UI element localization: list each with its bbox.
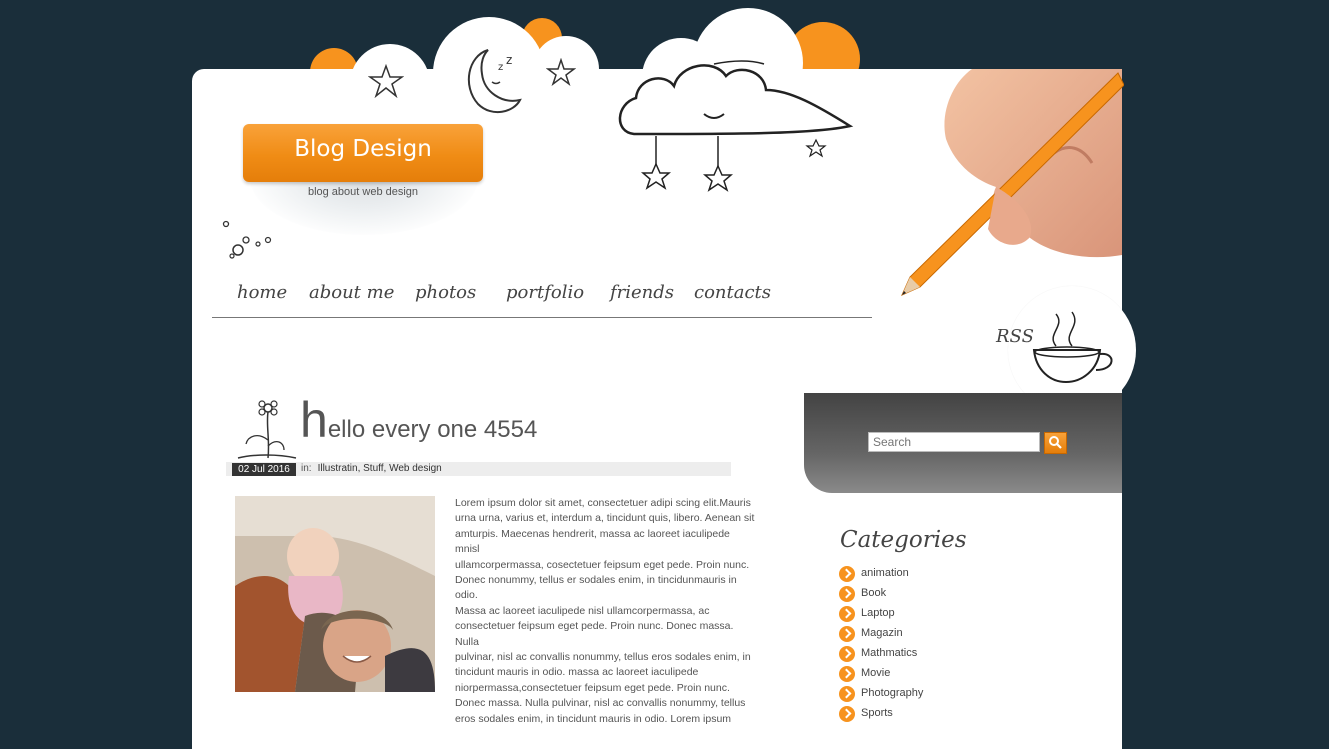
nav-item-home[interactable]: home bbox=[237, 282, 287, 303]
nav-item-portfolio[interactable]: portfolio bbox=[506, 282, 584, 303]
bubbles-doodle-icon bbox=[222, 220, 272, 259]
cloud-sketch-icon bbox=[618, 60, 854, 192]
svg-text:z: z bbox=[498, 62, 503, 73]
nav-item-about-me[interactable]: about me bbox=[309, 282, 394, 303]
post-title[interactable]: hello every one 4554 bbox=[300, 395, 537, 445]
coffee-cup-icon[interactable] bbox=[1026, 306, 1118, 386]
arrow-bullet-icon bbox=[839, 646, 855, 662]
post-title-rest[interactable]: ello every one 4554 bbox=[328, 416, 537, 443]
post-categories[interactable]: Illustratin, Stuff, Web design bbox=[318, 463, 442, 474]
site-tagline: blog about web design bbox=[307, 186, 419, 198]
arrow-bullet-icon bbox=[839, 566, 855, 582]
post-meta: in: Illustratin, Stuff, Web design bbox=[301, 463, 442, 474]
search-input[interactable] bbox=[868, 432, 1040, 452]
arrow-bullet-icon bbox=[839, 666, 855, 682]
post-in-label: in: bbox=[301, 463, 312, 474]
post-photo bbox=[235, 496, 435, 692]
arrow-bullet-icon bbox=[839, 626, 855, 642]
arrow-bullet-icon bbox=[839, 706, 855, 722]
post-body: Lorem ipsum dolor sit amet, consectetuer… bbox=[455, 497, 755, 725]
moon-icon: z z bbox=[468, 49, 522, 114]
nav-item-friends[interactable]: friends bbox=[610, 282, 674, 303]
pencil-hand-icon bbox=[901, 69, 1124, 296]
post-title-initial[interactable]: h bbox=[300, 392, 328, 448]
svg-text:z: z bbox=[506, 53, 512, 67]
categories-title: Categories bbox=[840, 527, 967, 553]
nav-item-photos[interactable]: photos bbox=[415, 282, 476, 303]
nav-item-contacts[interactable]: contacts bbox=[694, 282, 771, 303]
site-title[interactable]: Blog Design bbox=[243, 136, 483, 162]
search-button[interactable] bbox=[1044, 432, 1067, 454]
post-date: 02 Jul 2016 bbox=[232, 463, 296, 476]
main-nav: home about me photos portfolio friends c… bbox=[212, 280, 872, 318]
logo-ribbon[interactable]: Blog Design bbox=[243, 124, 483, 182]
star-icon bbox=[368, 64, 404, 98]
star-icon bbox=[546, 58, 576, 86]
arrow-bullet-icon bbox=[839, 686, 855, 702]
arrow-bullet-icon bbox=[839, 606, 855, 622]
search-icon[interactable] bbox=[1045, 433, 1066, 453]
flower-icon bbox=[237, 400, 297, 459]
arrow-bullet-icon bbox=[839, 586, 855, 602]
